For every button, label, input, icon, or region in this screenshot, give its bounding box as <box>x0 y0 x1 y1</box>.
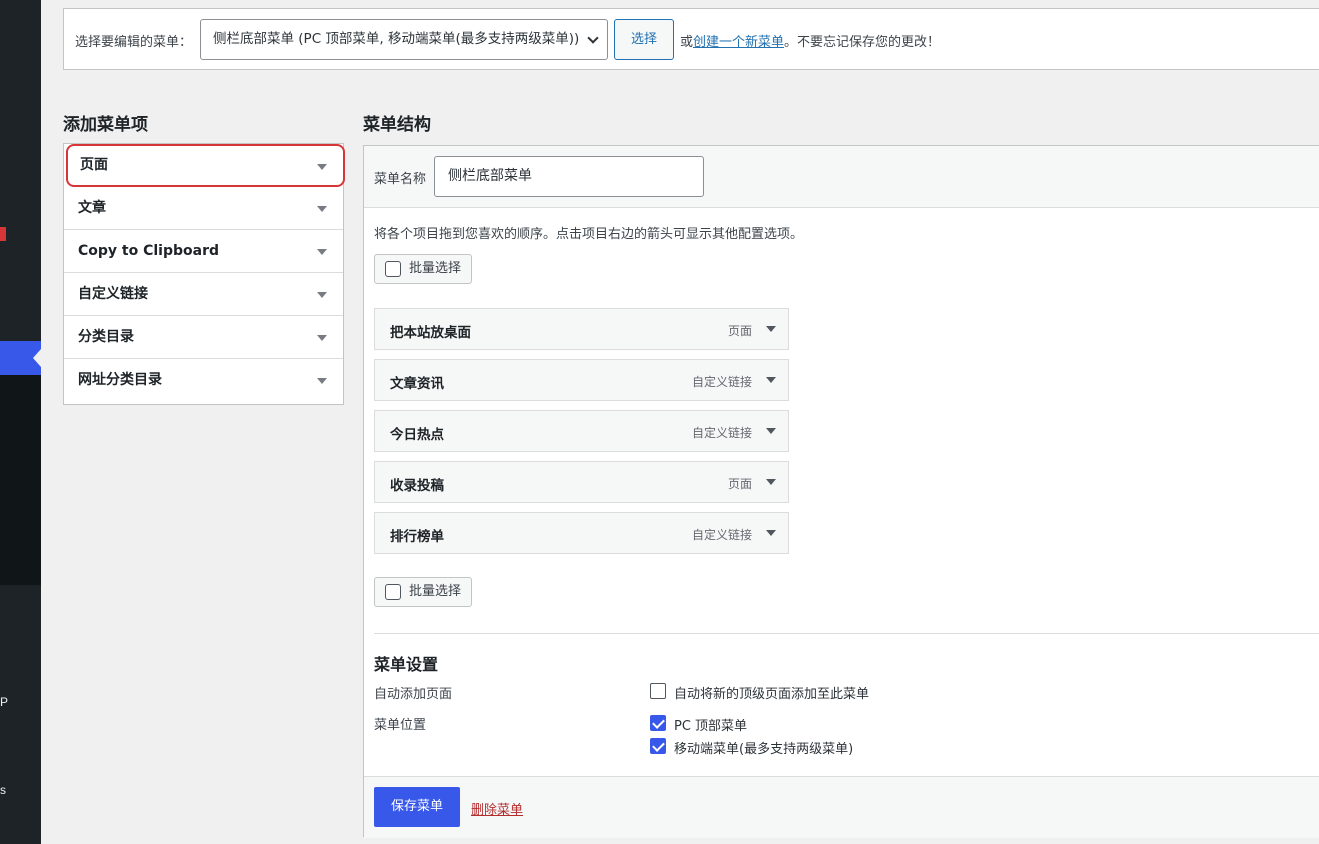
menu-item-title: 排行榜单 <box>390 529 444 545</box>
bulk-select-label: 批量选择 <box>409 584 462 599</box>
menu-item[interactable]: 把本站放桌面 页面 <box>374 308 789 350</box>
menu-structure-title: 菜单结构 <box>363 115 431 135</box>
menu-select-value: 侧栏底部菜单 (PC 顶部菜单, 移动端菜单(最多支持两级菜单)) <box>213 31 580 47</box>
bulk-select-button[interactable]: 批量选择 <box>374 254 472 284</box>
panel-label: Copy to Clipboard <box>78 243 220 259</box>
location-mobile-checkbox[interactable] <box>650 738 666 754</box>
menu-structure-panel: 菜单名称 侧栏底部菜单 将各个项目拖到您喜欢的顺序。点击项目右边的箭头可显示其他… <box>363 145 1319 838</box>
location-mobile[interactable]: 移动端菜单(最多支持两级菜单) <box>650 738 853 757</box>
location-label: PC 顶部菜单 <box>674 719 748 734</box>
menu-footer: 保存菜单 删除菜单 <box>364 776 1319 838</box>
menu-item[interactable]: 文章资讯 自定义链接 <box>374 359 789 401</box>
notification-badge <box>0 227 6 241</box>
menu-item-type: 自定义链接 <box>691 426 752 440</box>
triangle-down-icon[interactable] <box>766 428 776 434</box>
menu-hint: 或创建一个新菜单。不要忘记保存您的更改！ <box>680 31 940 50</box>
panel-label: 页面 <box>80 157 108 173</box>
menu-name-bar: 菜单名称 侧栏底部菜单 <box>364 146 1319 208</box>
panel-label: 自定义链接 <box>78 286 148 302</box>
auto-add-option-label: 自动将新的顶级页面添加至此菜单 <box>674 687 870 702</box>
menu-select-dropdown[interactable]: 侧栏底部菜单 (PC 顶部菜单, 移动端菜单(最多支持两级菜单)) <box>200 19 608 60</box>
menu-settings-title: 菜单设置 <box>374 655 439 674</box>
triangle-down-icon <box>317 335 327 341</box>
select-menu-button[interactable]: 选择 <box>614 19 674 60</box>
auto-add-checkbox[interactable] <box>650 683 666 699</box>
menu-item[interactable]: 今日热点 自定义链接 <box>374 410 789 452</box>
triangle-down-icon <box>317 378 327 384</box>
admin-sidebar: P s <box>0 0 41 844</box>
menu-item-title: 今日热点 <box>390 427 444 443</box>
hint-suffix: 。不要忘记保存您的更改！ <box>784 35 941 50</box>
panel-custom-links[interactable]: 自定义链接 <box>64 273 343 316</box>
sidebar-item-fragment[interactable]: s <box>0 783 6 797</box>
menu-item-type: 自定义链接 <box>691 375 752 389</box>
menu-item-title: 把本站放桌面 <box>390 325 471 341</box>
triangle-down-icon[interactable] <box>766 326 776 332</box>
auto-add-option[interactable]: 自动将新的顶级页面添加至此菜单 <box>650 683 869 702</box>
drag-instructions: 将各个项目拖到您喜欢的顺序。点击项目右边的箭头可显示其他配置选项。 <box>374 227 804 242</box>
triangle-down-icon <box>317 206 327 212</box>
location-label: 移动端菜单(最多支持两级菜单) <box>674 742 854 757</box>
menu-item-type: 页面 <box>727 324 752 338</box>
triangle-down-icon[interactable] <box>766 479 776 485</box>
panel-categories[interactable]: 分类目录 <box>64 316 343 359</box>
menu-item[interactable]: 收录投稿 页面 <box>374 461 789 503</box>
triangle-down-icon[interactable] <box>766 530 776 536</box>
location-pc-top-checkbox[interactable] <box>650 715 666 731</box>
auto-add-label: 自动添加页面 <box>374 687 453 702</box>
panel-copy-to-clipboard[interactable]: Copy to Clipboard <box>64 230 343 273</box>
manage-menus-bar: 选择要编辑的菜单： 侧栏底部菜单 (PC 顶部菜单, 移动端菜单(最多支持两级菜… <box>63 8 1319 70</box>
add-items-accordion: 页面 文章 Copy to Clipboard 自定义链接 分类目录 网址分类目… <box>63 143 345 405</box>
chevron-down-icon <box>587 32 599 44</box>
menu-location-label: 菜单位置 <box>374 718 427 733</box>
sidebar-active-arrow <box>33 349 41 367</box>
menu-item[interactable]: 排行榜单 自定义链接 <box>374 512 789 554</box>
panel-label: 分类目录 <box>78 329 134 345</box>
location-pc-top[interactable]: PC 顶部菜单 <box>650 715 747 734</box>
triangle-down-icon[interactable] <box>766 377 776 383</box>
triangle-down-icon <box>317 164 327 170</box>
panel-label: 网址分类目录 <box>78 372 162 388</box>
divider <box>374 633 1319 634</box>
menu-item-title: 文章资讯 <box>390 376 444 392</box>
select-menu-label: 选择要编辑的菜单： <box>75 35 193 50</box>
panel-pages[interactable]: 页面 <box>66 144 345 187</box>
bulk-select-checkbox[interactable] <box>385 261 401 277</box>
menu-name-label: 菜单名称 <box>374 172 427 187</box>
menu-item-type: 页面 <box>727 477 752 491</box>
panel-url-categories[interactable]: 网址分类目录 <box>64 359 343 402</box>
panel-label: 文章 <box>78 200 106 216</box>
sidebar-item-fragment[interactable]: P <box>0 695 8 709</box>
create-menu-link[interactable]: 创建一个新菜单 <box>693 35 784 50</box>
hint-prefix: 或 <box>680 35 694 50</box>
sidebar-submenu <box>0 375 41 585</box>
triangle-down-icon <box>317 249 327 255</box>
menu-item-type: 自定义链接 <box>691 528 752 542</box>
menu-name-input[interactable]: 侧栏底部菜单 <box>434 156 704 197</box>
triangle-down-icon <box>317 292 327 298</box>
delete-menu-link[interactable]: 删除菜单 <box>471 799 523 818</box>
bulk-select-button[interactable]: 批量选择 <box>374 577 472 607</box>
bulk-select-label: 批量选择 <box>409 261 462 276</box>
save-menu-button[interactable]: 保存菜单 <box>374 787 460 827</box>
add-items-title: 添加菜单项 <box>63 115 148 135</box>
panel-posts[interactable]: 文章 <box>64 187 343 230</box>
bulk-select-checkbox[interactable] <box>385 584 401 600</box>
menu-item-title: 收录投稿 <box>390 478 444 494</box>
